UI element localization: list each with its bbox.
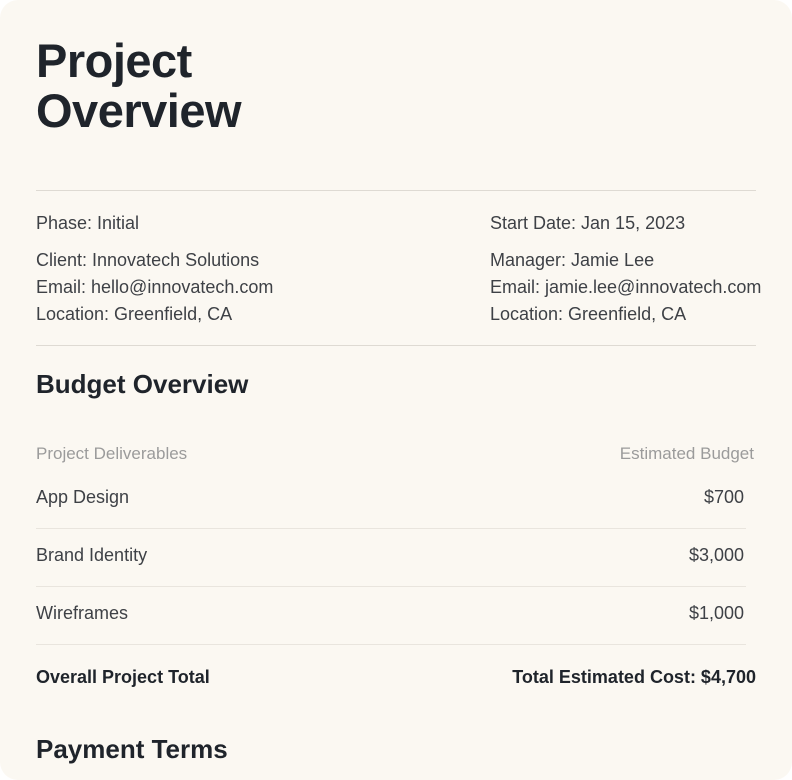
page-title: Project Overview [36, 34, 242, 137]
manager-location: Location: Greenfield, CA [490, 304, 687, 324]
deliverable-name: App Design [36, 487, 130, 507]
table-row: Brand Identity $3,000 [36, 543, 746, 601]
client-details: Phase: Initial Client: Innovatech Soluti… [36, 210, 273, 328]
column-header-deliverables: Project Deliverables [36, 444, 188, 463]
row-divider [36, 586, 746, 587]
total-label: Overall Project Total [36, 667, 210, 687]
deliverable-amount: $3,000 [688, 545, 744, 565]
total-value: Total Estimated Cost: $4,700 [512, 667, 756, 687]
client-location: Location: Greenfield, CA [36, 304, 233, 324]
details-divider [36, 345, 756, 346]
client-name: Client: Innovatech Solutions [36, 250, 260, 270]
title-line-1: Project [36, 34, 192, 87]
header-divider [36, 190, 756, 191]
deliverable-name: Wireframes [36, 603, 129, 623]
start-date-text: Start Date: Jan 15, 2023 [490, 213, 686, 233]
phase-text: Phase: Initial [36, 213, 140, 233]
table-row: App Design $700 [36, 485, 746, 543]
title-line-2: Overview [36, 84, 242, 137]
table-row: Wireframes $1,000 [36, 601, 746, 659]
project-overview-card: Project Overview Phase: Initial Client: I… [0, 0, 792, 780]
deliverable-amount: $700 [703, 487, 744, 507]
budget-section-title: Budget Overview [36, 369, 249, 399]
column-header-budget: Estimated Budget [619, 444, 754, 463]
payment-section-title: Payment Terms [36, 734, 228, 764]
manager-name: Manager: Jamie Lee [490, 250, 655, 270]
manager-details: Start Date: Jan 15, 2023 Manager: Jamie … [490, 210, 761, 328]
deliverable-name: Brand Identity [36, 545, 148, 565]
client-email: Email: hello@innovatech.com [36, 277, 274, 297]
deliverable-amount: $1,000 [688, 603, 744, 623]
row-divider [36, 644, 746, 645]
row-divider [36, 528, 746, 529]
manager-email: Email: jamie.lee@innovatech.com [490, 277, 762, 297]
